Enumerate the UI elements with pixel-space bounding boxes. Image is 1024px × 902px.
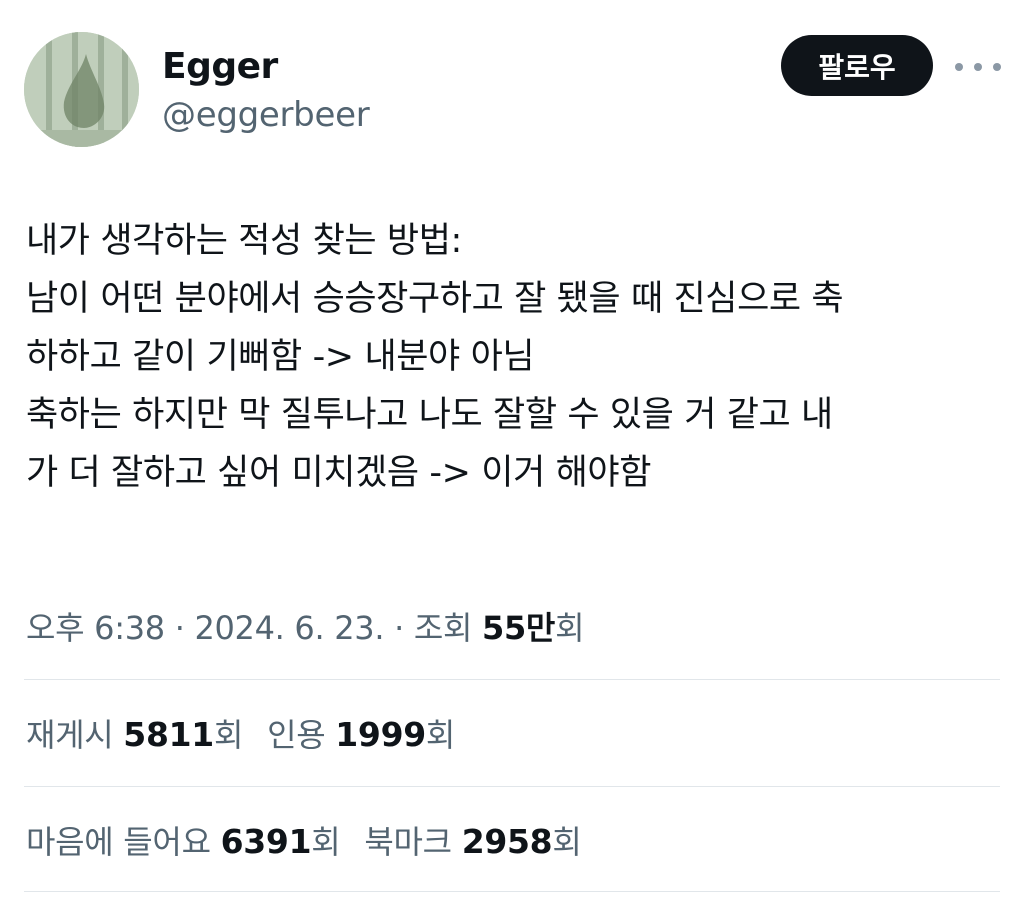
tweet-line: 하하고 같이 기뻐함 -> 내분야 아님 (26, 337, 535, 377)
tweet-line: 축하는 하지만 막 질투나고 나도 잘할 수 있을 거 같고 내 (26, 395, 833, 435)
bookmarks-stat[interactable]: 북마크 2958회 (364, 822, 582, 861)
views-suffix: 회 (555, 609, 585, 647)
tweet-header: Egger @eggerbeer 팔로우 (0, 0, 1024, 160)
quotes-count: 1999 (335, 715, 426, 754)
divider (24, 786, 1000, 787)
reposts-label: 재게시 (26, 716, 114, 754)
divider (24, 891, 1000, 892)
likes-stat[interactable]: 마음에 들어요 6391회 (26, 822, 341, 861)
avatar[interactable] (24, 32, 139, 147)
likes-count: 6391 (220, 822, 312, 861)
dot-icon (974, 63, 982, 71)
bookmarks-label: 북마크 (364, 823, 452, 861)
tweet-line: 가 더 잘하고 싶어 미치겠음 -> 이거 해야함 (26, 453, 652, 493)
avatar-image (24, 32, 139, 147)
bookmarks-suffix: 회 (552, 823, 582, 861)
post-time[interactable]: 오후 6:38 (26, 609, 165, 647)
like-bookmark-stats: 마음에 들어요 6391회 북마크 2958회 (26, 817, 582, 865)
tweet-line: 남이 어떤 분야에서 승승장구하고 잘 됐을 때 진심으로 축 (26, 279, 844, 319)
tweet-line: 내가 생각하는 적성 찾는 방법: (26, 221, 462, 261)
repost-quote-stats: 재게시 5811회 인용 1999회 (26, 710, 455, 758)
display-name[interactable]: Egger (162, 46, 278, 87)
views-count: 55만 (482, 609, 556, 647)
divider (24, 679, 1000, 680)
post-date[interactable]: 2024. 6. 23. (194, 609, 384, 647)
quotes-stat[interactable]: 인용 1999회 (267, 715, 456, 754)
tweet-meta: 오후 6:38 · 2024. 6. 23. · 조회 55만회 (26, 603, 585, 651)
dot-icon (993, 63, 1001, 71)
likes-suffix: 회 (311, 823, 341, 861)
dot-icon (955, 63, 963, 71)
quotes-label: 인용 (267, 716, 326, 754)
reposts-count: 5811 (123, 715, 214, 754)
likes-label: 마음에 들어요 (26, 823, 211, 861)
quotes-suffix: 회 (425, 716, 456, 754)
tweet-text: 내가 생각하는 적성 찾는 방법: 남이 어떤 분야에서 승승장구하고 잘 됐을… (26, 212, 1006, 502)
views-label: 조회 (413, 609, 473, 647)
user-handle[interactable]: @eggerbeer (162, 95, 370, 135)
reposts-stat[interactable]: 재게시 5811회 (26, 715, 244, 754)
follow-button[interactable]: 팔로우 (781, 35, 933, 96)
meta-separator: · (174, 609, 185, 647)
meta-separator: · (394, 609, 404, 647)
reposts-suffix: 회 (213, 716, 244, 754)
bookmarks-count: 2958 (461, 822, 553, 861)
more-horizontal-icon[interactable] (955, 55, 1001, 79)
